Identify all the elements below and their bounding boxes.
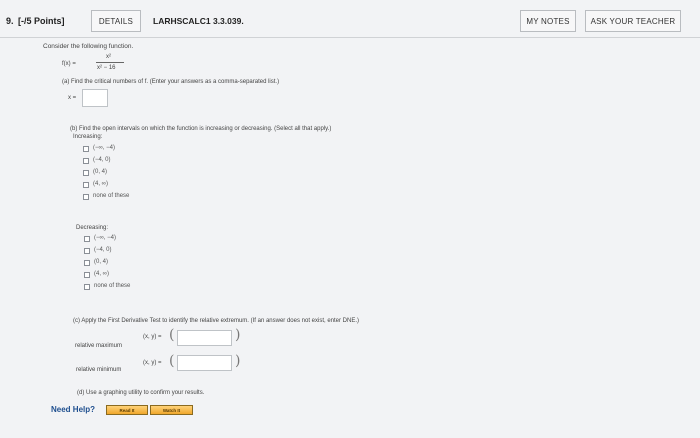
decreasing-checkbox-1[interactable] — [84, 236, 90, 242]
min-coord-label: (x, y) = — [143, 360, 162, 366]
decreasing-checkbox-5[interactable] — [84, 284, 90, 290]
decreasing-option-1: (−∞, −4) — [94, 235, 116, 241]
details-button[interactable]: DETAILS — [91, 10, 141, 32]
header-divider — [0, 37, 700, 38]
part-c-prompt: (c) Apply the First Derivative Test to i… — [73, 318, 360, 324]
function-lhs: f(x) = — [62, 61, 76, 67]
decreasing-option-4: (4, ∞) — [94, 271, 109, 277]
max-coord-label: (x, y) = — [143, 334, 162, 340]
increasing-checkbox-5[interactable] — [83, 194, 89, 200]
increasing-option-5: none of these — [93, 193, 130, 199]
increasing-checkbox-2[interactable] — [83, 158, 89, 164]
increasing-option-4: (4, ∞) — [93, 181, 108, 187]
decreasing-option-3: (0, 4) — [94, 259, 109, 265]
part-d-prompt: (d) Use a graphing utility to confirm yo… — [77, 390, 205, 396]
need-help-label: Need Help? — [51, 405, 96, 414]
increasing-label: Increasing: — [73, 134, 103, 140]
intro-text: Consider the following function. — [43, 43, 134, 50]
min-close-paren: ) — [235, 353, 241, 369]
fraction-bar — [96, 62, 124, 63]
decreasing-checkbox-2[interactable] — [84, 248, 90, 254]
critical-numbers-input[interactable] — [82, 89, 108, 107]
relative-minimum-label: relative minimum — [76, 367, 122, 373]
question-number: 9. — [6, 16, 14, 26]
increasing-option-1: (−∞, −4) — [93, 145, 115, 151]
watch-it-button[interactable]: Watch It — [150, 405, 193, 415]
part-b-prompt: (b) Find the open intervals on which the… — [70, 126, 332, 132]
decreasing-label: Decreasing: — [76, 225, 109, 231]
my-notes-button[interactable]: MY NOTES — [520, 10, 576, 32]
relative-minimum-input[interactable] — [177, 355, 232, 371]
problem-code: LARHSCALC1 3.3.039. — [153, 16, 244, 26]
increasing-option-2: (−4, 0) — [93, 157, 111, 163]
max-close-paren: ) — [235, 327, 241, 343]
max-open-paren: ( — [169, 327, 175, 343]
function-numerator: x² — [106, 54, 111, 60]
min-open-paren: ( — [169, 353, 175, 369]
function-denominator: x² − 16 — [97, 65, 116, 71]
ask-teacher-button[interactable]: ASK YOUR TEACHER — [585, 10, 681, 32]
decreasing-checkbox-4[interactable] — [84, 272, 90, 278]
increasing-checkbox-3[interactable] — [83, 170, 89, 176]
relative-maximum-label: relative maximum — [75, 343, 123, 349]
increasing-option-3: (0, 4) — [93, 169, 108, 175]
read-it-button[interactable]: Read It — [106, 405, 148, 415]
relative-maximum-input[interactable] — [177, 330, 232, 346]
decreasing-option-2: (−4, 0) — [94, 247, 112, 253]
decreasing-checkbox-3[interactable] — [84, 260, 90, 266]
points-label: [-/5 Points] — [18, 16, 65, 26]
part-a-label: x = — [68, 95, 77, 101]
decreasing-option-5: none of these — [94, 283, 131, 289]
increasing-checkbox-4[interactable] — [83, 182, 89, 188]
part-a-prompt: (a) Find the critical numbers of f. (Ent… — [62, 79, 280, 85]
increasing-checkbox-1[interactable] — [83, 146, 89, 152]
